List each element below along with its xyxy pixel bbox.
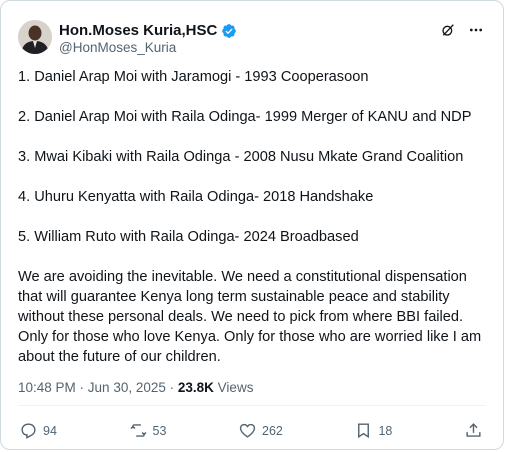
like-button[interactable]: 262 <box>238 421 283 440</box>
action-bar: 94 53 262 18 <box>19 421 483 440</box>
list-item: 2. Daniel Arap Moi with Raila Odinga- 19… <box>18 109 472 125</box>
author-name-row[interactable]: Hon.Moses Kuria,HSC <box>59 22 237 40</box>
author-name[interactable]: Hon.Moses Kuria,HSC <box>59 22 217 40</box>
tweet-card: Hon.Moses Kuria,HSC @HonMoses_Kuria 1. D… <box>0 0 504 450</box>
bookmark-count: 18 <box>378 423 393 438</box>
tweet-paragraph: We are avoiding the inevitable. We need … <box>18 269 482 365</box>
like-count: 262 <box>262 423 283 438</box>
divider <box>18 405 486 406</box>
list-item: 3. Mwai Kibaki with Raila Odinga - 2008 … <box>18 149 464 165</box>
views-count: 23.8K <box>177 380 214 395</box>
like-icon <box>239 423 256 438</box>
share-button[interactable] <box>464 421 483 440</box>
meta-separator: · <box>75 380 88 395</box>
top-actions <box>439 21 485 39</box>
repost-count: 53 <box>152 423 167 438</box>
list-item: 5. William Ruto with Raila Odinga- 2024 … <box>18 229 359 245</box>
tweet-date[interactable]: Jun 30, 2025 <box>88 380 166 395</box>
repost-icon <box>129 424 147 437</box>
reply-count: 94 <box>43 423 57 438</box>
reply-button[interactable]: 94 <box>19 421 57 440</box>
share-icon <box>466 423 481 437</box>
list-item: 4. Uhuru Kenyatta with Raila Odinga- 201… <box>18 189 374 205</box>
verified-badge-icon <box>221 23 237 39</box>
bookmark-icon <box>358 423 370 439</box>
author-handle[interactable]: @HonMoses_Kuria <box>59 40 176 56</box>
views-label: Views <box>217 380 254 395</box>
grok-icon[interactable] <box>439 21 457 39</box>
tweet-text: 1. Daniel Arap Moi with Jaramogi - 1993 … <box>18 67 488 387</box>
meta-separator: · <box>165 380 178 395</box>
repost-button[interactable]: 53 <box>129 421 167 440</box>
avatar[interactable] <box>18 20 52 54</box>
tweet-meta: 10:48 PM · Jun 30, 2025 · 23.8K Views <box>18 379 253 397</box>
list-item: 1. Daniel Arap Moi with Jaramogi - 1993 … <box>18 69 369 85</box>
avatar-image <box>18 20 52 54</box>
tweet-time[interactable]: 10:48 PM <box>18 380 76 395</box>
more-icon[interactable] <box>467 21 485 39</box>
bookmark-button[interactable]: 18 <box>354 421 392 440</box>
reply-icon <box>21 423 36 439</box>
